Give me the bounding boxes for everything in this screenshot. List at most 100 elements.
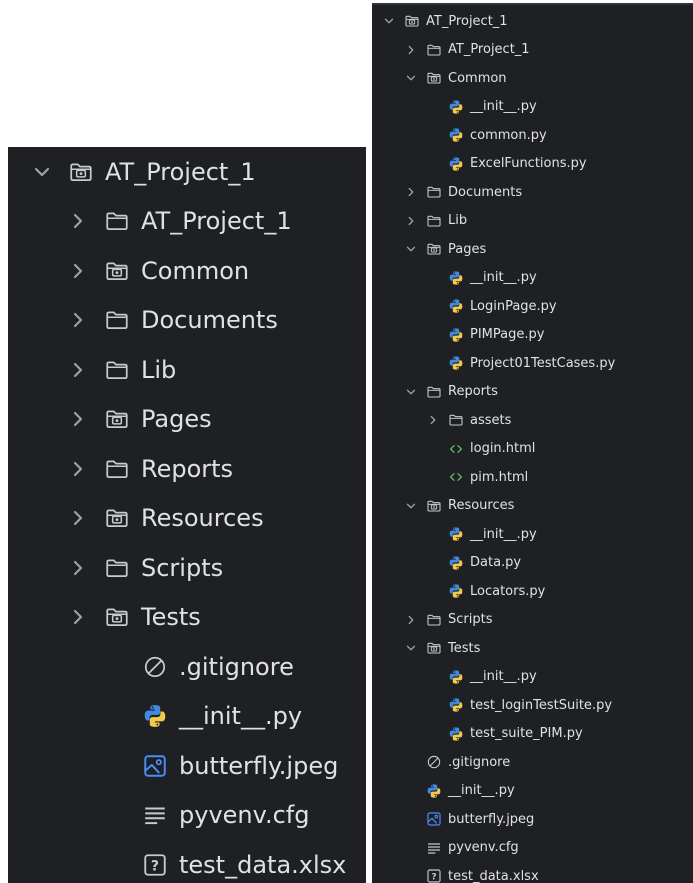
chevron-down-icon[interactable] — [404, 641, 418, 655]
folder-icon — [104, 307, 130, 333]
tree-item-label: test_data.xlsx — [179, 850, 347, 879]
tree-item-gitignore[interactable]: .gitignore — [372, 748, 693, 777]
tree-item-label: __init__.py — [448, 783, 515, 799]
project-tree-panel-large: AT_Project_1 AT_Project_1 Common Documen… — [8, 147, 366, 883]
tree-item-butterfly-jpeg[interactable]: butterfly.jpeg — [372, 805, 693, 834]
chevron-right-icon[interactable] — [404, 43, 418, 57]
image-file-icon — [142, 753, 168, 779]
chevron-down-icon[interactable] — [404, 71, 418, 85]
tree-item-label: Lib — [141, 355, 177, 384]
tree-item-lib[interactable]: Lib — [372, 207, 693, 236]
chevron-down-icon[interactable] — [404, 242, 418, 256]
tree-item-init-py[interactable]: __init__.py — [372, 264, 693, 293]
chevron-right-icon[interactable] — [66, 259, 90, 283]
tree-item-at-project-1[interactable]: AT_Project_1 — [372, 36, 693, 65]
tree-item-label: butterfly.jpeg — [179, 751, 339, 780]
tree-item-init-py[interactable]: __init__.py — [372, 520, 693, 549]
tree-item-pim-html[interactable]: pim.html — [372, 463, 693, 492]
chevron-right-icon[interactable] — [426, 413, 440, 427]
tree-item-assets[interactable]: assets — [372, 406, 693, 435]
tree-item-at-project-1[interactable]: AT_Project_1 — [8, 197, 366, 246]
tree-item-label: .gitignore — [179, 652, 294, 681]
tree-item-label: __init__.py — [470, 270, 537, 286]
folder-icon — [104, 208, 130, 234]
python-file-icon — [448, 526, 464, 542]
tree-item-reports[interactable]: Reports — [372, 378, 693, 407]
tree-item-label: .gitignore — [448, 754, 511, 770]
tree-item-at-project-1[interactable]: AT_Project_1 — [8, 147, 366, 196]
tree-item-pimpage-py[interactable]: PIMPage.py — [372, 321, 693, 350]
chevron-right-icon[interactable] — [404, 214, 418, 228]
tree-item-init-py[interactable]: __init__.py — [372, 663, 693, 692]
chevron-right-icon[interactable] — [66, 209, 90, 233]
folder-icon — [104, 357, 130, 383]
tree-item-at-project-1[interactable]: AT_Project_1 — [372, 7, 693, 36]
tree-item-label: Lib — [448, 213, 468, 229]
chevron-right-icon[interactable] — [66, 308, 90, 332]
tree-item-label: PIMPage.py — [470, 327, 545, 343]
chevron-down-icon[interactable] — [30, 160, 54, 184]
tree-item-tests[interactable]: Tests — [372, 634, 693, 663]
python-file-icon — [448, 726, 464, 742]
text-file-icon — [426, 840, 442, 856]
tree-item-tests[interactable]: Tests — [8, 593, 366, 642]
tree-item-label: Documents — [141, 306, 278, 334]
folder-icon — [104, 456, 130, 482]
tree-item-test-logintestsuite-py[interactable]: test_loginTestSuite.py — [372, 691, 693, 720]
python-file-icon — [448, 697, 464, 713]
module-folder-icon — [104, 505, 130, 531]
tree-item-reports[interactable]: Reports — [8, 444, 366, 493]
tree-item-test-data-xlsx[interactable]: ? test_data.xlsx — [8, 840, 366, 883]
python-file-icon — [448, 355, 464, 371]
chevron-down-icon[interactable] — [382, 14, 396, 28]
tree-item-init-py[interactable]: __init__.py — [372, 93, 693, 122]
tree-item-pyvenv-cfg[interactable]: pyvenv.cfg — [8, 791, 366, 840]
tree-item-pages[interactable]: Pages — [372, 235, 693, 264]
tree-item-label: AT_Project_1 — [141, 207, 292, 235]
tree-item-resources[interactable]: Resources — [372, 492, 693, 521]
tree-item-butterfly-jpeg[interactable]: butterfly.jpeg — [8, 741, 366, 790]
tree-item-pyvenv-cfg[interactable]: pyvenv.cfg — [372, 834, 693, 863]
tree-item-gitignore[interactable]: .gitignore — [8, 642, 366, 691]
tree-item-label: Resources — [141, 504, 264, 532]
tree-item-common-py[interactable]: common.py — [372, 121, 693, 150]
chevron-down-icon[interactable] — [404, 499, 418, 513]
python-file-icon — [448, 298, 464, 314]
tree-item-test-suite-pim-py[interactable]: test_suite_PIM.py — [372, 720, 693, 749]
tree-item-resources[interactable]: Resources — [8, 494, 366, 543]
tree-item-lib[interactable]: Lib — [8, 345, 366, 394]
tree-item-pages[interactable]: Pages — [8, 395, 366, 444]
tree-item-init-py[interactable]: __init__.py — [8, 692, 366, 741]
tree-item-excelfunctions-py[interactable]: ExcelFunctions.py — [372, 150, 693, 179]
tree-item-label: Resources — [448, 498, 515, 514]
chevron-right-icon[interactable] — [66, 605, 90, 629]
tree-item-init-py[interactable]: __init__.py — [372, 777, 693, 806]
tree-item-locators-py[interactable]: Locators.py — [372, 577, 693, 606]
tree-item-scripts[interactable]: Scripts — [8, 543, 366, 592]
tree-item-common[interactable]: Common — [372, 64, 693, 93]
svg-text:?: ? — [431, 873, 436, 883]
python-file-icon — [448, 270, 464, 286]
tree-item-data-py[interactable]: Data.py — [372, 549, 693, 578]
tree-item-project01testcases-py[interactable]: Project01TestCases.py — [372, 349, 693, 378]
tree-item-login-html[interactable]: login.html — [372, 435, 693, 464]
svg-text:?: ? — [151, 858, 159, 874]
tree-item-label: AT_Project_1 — [426, 13, 508, 29]
tree-item-scripts[interactable]: Scripts — [372, 606, 693, 635]
folder-icon — [426, 213, 442, 229]
chevron-down-icon[interactable] — [404, 385, 418, 399]
chevron-right-icon[interactable] — [66, 358, 90, 382]
chevron-right-icon[interactable] — [66, 457, 90, 481]
tree-item-label: Pages — [448, 241, 487, 257]
tree-item-common[interactable]: Common — [8, 246, 366, 295]
tree-item-label: assets — [470, 412, 512, 428]
chevron-right-icon[interactable] — [404, 185, 418, 199]
chevron-right-icon[interactable] — [66, 506, 90, 530]
tree-item-test-data-xlsx[interactable]: ? test_data.xlsx — [372, 862, 693, 883]
tree-item-documents[interactable]: Documents — [8, 296, 366, 345]
chevron-right-icon[interactable] — [66, 556, 90, 580]
chevron-right-icon[interactable] — [66, 407, 90, 431]
tree-item-documents[interactable]: Documents — [372, 178, 693, 207]
tree-item-loginpage-py[interactable]: LoginPage.py — [372, 292, 693, 321]
chevron-right-icon[interactable] — [404, 613, 418, 627]
